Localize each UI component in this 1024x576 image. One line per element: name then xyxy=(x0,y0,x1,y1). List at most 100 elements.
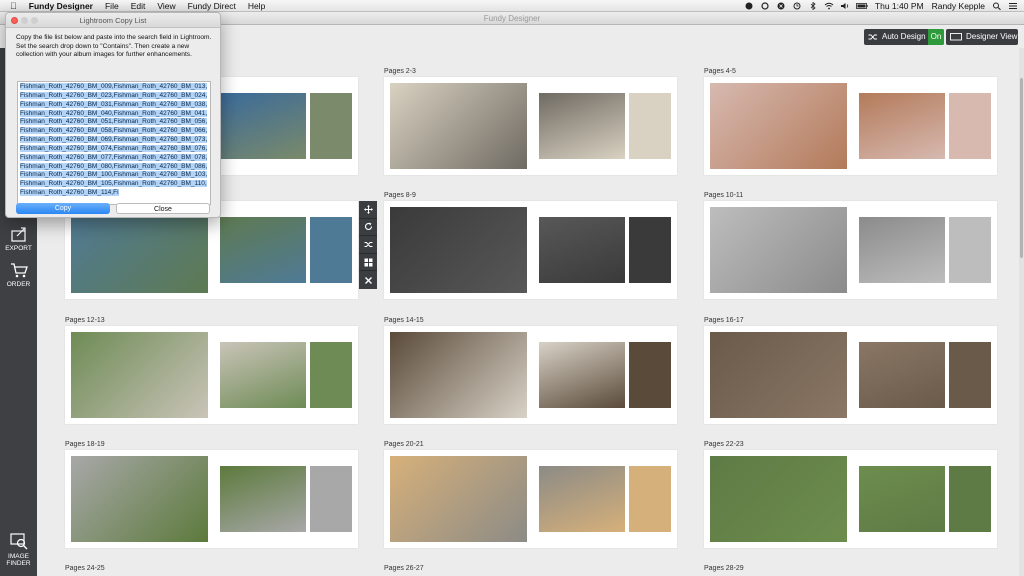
spread-photo[interactable] xyxy=(219,93,306,159)
menu-help[interactable]: Help xyxy=(242,0,271,12)
spread-photo[interactable] xyxy=(390,83,527,169)
album-spread[interactable] xyxy=(384,450,677,548)
spread-photo[interactable] xyxy=(949,93,991,159)
spread-tool-palette xyxy=(359,201,377,289)
menubar-clock[interactable]: Thu 1:40 PM xyxy=(871,0,928,12)
refresh-tool-button[interactable] xyxy=(359,219,377,237)
album-spread[interactable] xyxy=(704,201,997,299)
spread-photo[interactable] xyxy=(710,332,847,418)
window-title: Fundy Designer xyxy=(483,14,541,23)
sidebar-image-finder[interactable]: IMAGE FINDER xyxy=(0,532,37,567)
close-button[interactable]: Close xyxy=(116,203,210,214)
status-area: Thu 1:40 PM Randy Kepple xyxy=(741,0,1024,12)
spread-photo[interactable] xyxy=(858,466,945,532)
move-tool-button[interactable] xyxy=(359,201,377,219)
album-spread[interactable] xyxy=(384,77,677,175)
file-list-textarea[interactable]: Fishman_Roth_42760_BM_009,Fishman_Roth_4… xyxy=(17,81,211,205)
spread-photo[interactable] xyxy=(629,466,671,532)
spread-photo[interactable] xyxy=(310,466,352,532)
sync-icon[interactable] xyxy=(760,1,770,10)
spread-photo[interactable] xyxy=(219,217,306,283)
export-icon xyxy=(10,227,26,242)
spread-photo[interactable] xyxy=(538,93,625,159)
menu-fundy-direct[interactable]: Fundy Direct xyxy=(182,0,242,12)
spread-photo[interactable] xyxy=(858,342,945,408)
sidebar-order-label: ORDER xyxy=(6,281,31,288)
shuffle-tool-button[interactable] xyxy=(359,236,377,254)
apple-menu-icon[interactable]:  xyxy=(0,0,23,12)
spread-label: Pages 2-3 xyxy=(384,68,416,75)
menu-view[interactable]: View xyxy=(151,0,181,12)
spread-photo[interactable] xyxy=(710,83,847,169)
bluetooth-icon[interactable] xyxy=(744,2,754,10)
spread-photo[interactable] xyxy=(310,93,352,159)
bluetooth-b-icon[interactable] xyxy=(808,1,818,10)
spread-photo[interactable] xyxy=(71,207,208,293)
spread-photo[interactable] xyxy=(858,217,945,283)
album-spread[interactable] xyxy=(704,77,997,175)
delete-tool-button[interactable] xyxy=(359,271,377,289)
spread-photo[interactable] xyxy=(949,217,991,283)
cart-icon xyxy=(10,263,28,278)
album-spread[interactable] xyxy=(65,450,358,548)
dialog-instructions: Copy the file list below and paste into … xyxy=(16,34,212,59)
minimize-window-icon[interactable] xyxy=(21,17,28,24)
volume-icon[interactable] xyxy=(840,2,850,10)
close-window-icon[interactable] xyxy=(11,17,18,24)
spread-label: Pages 24-25 xyxy=(65,565,105,572)
scrollbar-thumb[interactable] xyxy=(1020,78,1023,258)
spread-photo[interactable] xyxy=(219,466,306,532)
spread-photo[interactable] xyxy=(629,342,671,408)
spread-photo[interactable] xyxy=(538,466,625,532)
spread-photo[interactable] xyxy=(710,207,847,293)
spread-label: Pages 18-19 xyxy=(65,441,105,448)
image-finder-icon xyxy=(9,533,27,550)
spread-label: Pages 26-27 xyxy=(384,565,424,572)
spread-photo[interactable] xyxy=(949,466,991,532)
album-spread[interactable] xyxy=(704,326,997,424)
spread-photo[interactable] xyxy=(390,207,527,293)
album-spread[interactable] xyxy=(384,201,677,299)
spread-label: Pages 12-13 xyxy=(65,317,105,324)
vertical-scrollbar[interactable] xyxy=(1019,48,1024,576)
spread-photo[interactable] xyxy=(71,456,208,542)
wifi-icon[interactable] xyxy=(824,2,834,10)
grid-tool-button[interactable] xyxy=(359,254,377,272)
menu-edit[interactable]: Edit xyxy=(125,0,152,12)
spread-photo[interactable] xyxy=(949,342,991,408)
zoom-window-icon[interactable] xyxy=(31,17,38,24)
menu-file[interactable]: File xyxy=(99,0,125,12)
auto-design-toggle[interactable]: Auto Design On xyxy=(864,29,944,45)
time-machine-icon[interactable] xyxy=(792,2,802,10)
menu-app-name[interactable]: Fundy Designer xyxy=(23,0,99,12)
spread-photo[interactable] xyxy=(629,217,671,283)
spread-photo[interactable] xyxy=(219,342,306,408)
album-spread[interactable] xyxy=(704,450,997,548)
copy-button[interactable]: Copy xyxy=(16,203,110,214)
spread-photo[interactable] xyxy=(710,456,847,542)
sidebar-export[interactable]: EXPORT xyxy=(0,226,37,252)
spread-photo[interactable] xyxy=(310,342,352,408)
album-spread[interactable] xyxy=(384,326,677,424)
album-spread[interactable] xyxy=(65,326,358,424)
spread-photo[interactable] xyxy=(538,217,625,283)
spread-label: Pages 28-29 xyxy=(704,565,744,572)
dialog-title: Lightroom Copy List xyxy=(79,16,147,25)
menubar-user[interactable]: Randy Kepple xyxy=(928,0,989,12)
spread-photo[interactable] xyxy=(310,217,352,283)
spread-photo[interactable] xyxy=(71,332,208,418)
close-circle-icon[interactable] xyxy=(776,2,786,10)
spread-photo[interactable] xyxy=(858,93,945,159)
spread-label: Pages 10-11 xyxy=(704,192,744,199)
auto-design-label: Auto Design xyxy=(882,32,926,41)
battery-icon[interactable] xyxy=(856,2,868,10)
spread-label: Pages 8-9 xyxy=(384,192,416,199)
spread-photo[interactable] xyxy=(390,332,527,418)
sidebar-order[interactable]: ORDER xyxy=(0,262,37,288)
notification-center-icon[interactable] xyxy=(1008,2,1018,10)
search-icon[interactable] xyxy=(992,2,1002,10)
spread-photo[interactable] xyxy=(390,456,527,542)
spread-photo[interactable] xyxy=(538,342,625,408)
designer-view-button[interactable]: Designer View xyxy=(946,29,1018,45)
spread-photo[interactable] xyxy=(629,93,671,159)
